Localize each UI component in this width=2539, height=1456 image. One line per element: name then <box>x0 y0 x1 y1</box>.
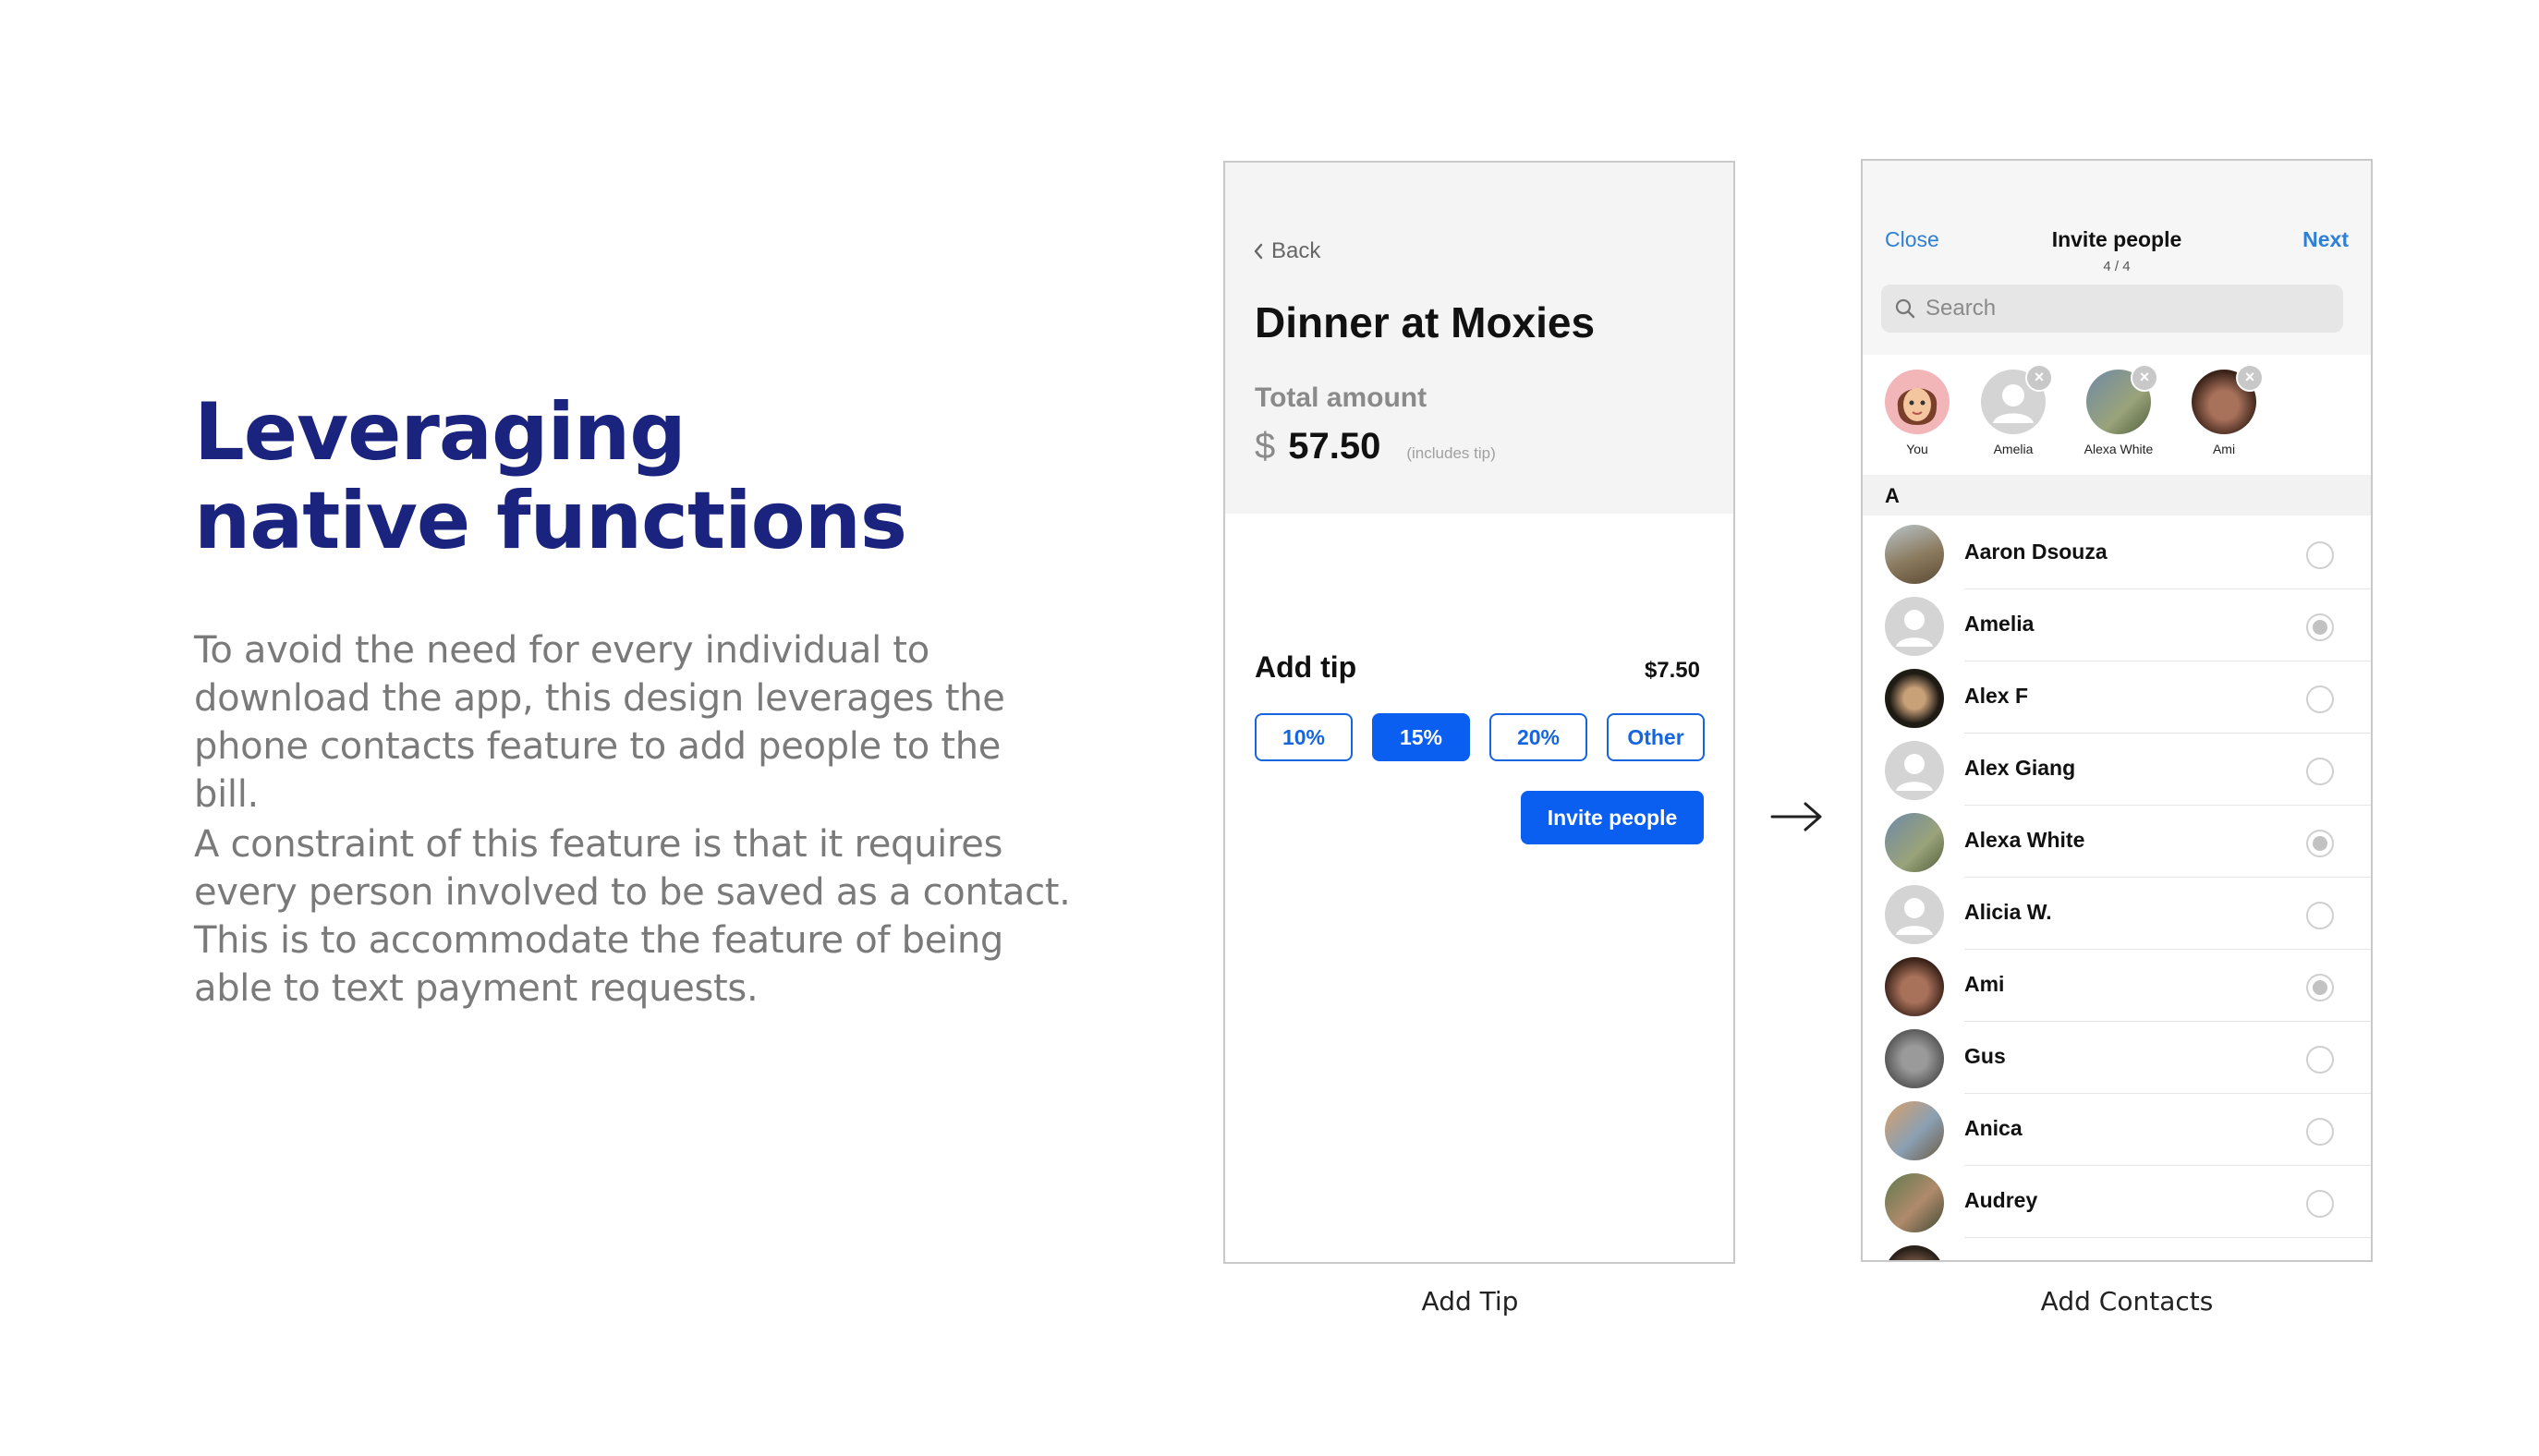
contact-row-alicia-w[interactable]: Alicia W. <box>1863 878 2371 950</box>
contact-row-alex-giang[interactable]: Alex Giang <box>1863 734 2371 806</box>
search-field[interactable]: Search <box>1881 285 2343 333</box>
contact-row-alex-f[interactable]: Alex F <box>1863 661 2371 734</box>
select-radio[interactable] <box>2306 686 2334 713</box>
tip-amount-value: $7.50 <box>1644 658 1700 683</box>
contact-name: Ami <box>1964 972 2005 996</box>
selected-contact-amelia: × Amelia <box>1962 364 2064 456</box>
paragraph-1: To avoid the need for every individual t… <box>194 629 1005 816</box>
avatar <box>1885 669 1944 728</box>
select-radio[interactable] <box>2306 1046 2334 1074</box>
search-placeholder: Search <box>1926 296 1997 321</box>
selected-contact-alexa-white: × Alexa White <box>2068 364 2169 456</box>
selected-name: You <box>1906 442 1928 456</box>
select-radio-checked[interactable] <box>2306 974 2334 1001</box>
avatar <box>1885 957 1944 1016</box>
add-tip-label: Add tip <box>1255 650 1357 684</box>
avatar-placeholder-icon <box>1896 754 1933 791</box>
tip-option-10[interactable]: 10% <box>1255 713 1353 761</box>
arrow-right-icon <box>1770 802 1822 831</box>
includes-tip-note: (includes tip) <box>1406 444 1496 462</box>
avatar <box>1885 813 1944 872</box>
contact-row-partial[interactable] <box>1863 1238 2371 1260</box>
remove-icon[interactable]: × <box>2025 364 2053 392</box>
selected-contact-ami: × Ami <box>2173 364 2275 456</box>
contact-row-audrey[interactable]: Audrey <box>1863 1166 2371 1238</box>
headline-line-2: native functions <box>194 475 907 567</box>
avatar <box>1885 525 1944 584</box>
total-amount-label: Total amount <box>1255 382 1427 413</box>
select-radio[interactable] <box>2306 758 2334 785</box>
total-amount-value: 57.50 <box>1288 426 1381 467</box>
add-tip-screen: Back Dinner at Moxies Total amount $ 57.… <box>1223 161 1735 1264</box>
paragraph-2: A constraint of this feature is that it … <box>194 823 1071 1010</box>
contact-name: Aaron Dsouza <box>1964 540 2108 564</box>
select-radio[interactable] <box>2306 902 2334 929</box>
total-amount-row: $ 57.50 (includes tip) <box>1255 426 1496 467</box>
back-label: Back <box>1271 238 1321 263</box>
contact-row-anica[interactable]: Anica <box>1863 1094 2371 1166</box>
avatar <box>1885 885 1944 944</box>
section-letter: A <box>1885 484 1900 507</box>
contact-name: Amelia <box>1964 612 2035 636</box>
avatar: × <box>2086 364 2158 434</box>
avatar <box>1885 370 1950 434</box>
contact-name: Alex F <box>1964 684 2029 708</box>
contact-name: Alexa White <box>1964 828 2085 852</box>
contact-name: Audrey <box>1964 1188 2038 1212</box>
tip-option-20[interactable]: 20% <box>1489 713 1587 761</box>
avatar: × <box>2192 364 2264 434</box>
contact-name: Gus <box>1964 1044 2006 1068</box>
search-icon <box>1895 298 1915 319</box>
selected-name: Ami <box>2212 442 2236 456</box>
avatar <box>1885 741 1944 800</box>
bill-title: Dinner at Moxies <box>1255 298 1596 346</box>
avatar-placeholder-icon <box>1896 610 1933 647</box>
slide-headline: Leveraging native functions <box>194 388 1118 565</box>
avatar <box>1885 597 1944 656</box>
contact-name: Alicia W. <box>1964 900 2052 924</box>
avatar: × <box>1981 364 2053 434</box>
chevron-left-icon <box>1254 243 1263 260</box>
contact-row-aaron-dsouza[interactable]: Aaron Dsouza <box>1863 517 2371 589</box>
add-contacts-screen: Close Invite people 4 / 4 Next Search Yo… <box>1861 159 2373 1262</box>
select-radio[interactable] <box>2306 1118 2334 1146</box>
selected-count: 4 / 4 <box>2103 259 2131 274</box>
selected-name: Amelia <box>1993 442 2034 456</box>
contact-name: Anica <box>1964 1116 2023 1140</box>
memoji-avatar-icon <box>1897 388 1938 425</box>
contact-name: Alex Giang <box>1964 756 2076 780</box>
selected-name: Alexa White <box>2083 442 2154 456</box>
contact-row-alexa-white[interactable]: Alexa White <box>1863 806 2371 878</box>
contact-row-gus[interactable]: Gus <box>1863 1022 2371 1094</box>
contact-row-amelia[interactable]: Amelia <box>1863 589 2371 661</box>
section-header <box>1863 475 2371 516</box>
select-radio-checked[interactable] <box>2306 830 2334 857</box>
tip-option-15-selected[interactable]: 15% <box>1372 713 1470 761</box>
avatar-placeholder-icon <box>1896 898 1933 935</box>
avatar <box>1885 1101 1944 1160</box>
headline-line-1: Leveraging <box>194 386 686 479</box>
currency-symbol: $ <box>1255 426 1276 467</box>
back-button[interactable]: Back <box>1253 238 1320 264</box>
select-radio[interactable] <box>2306 1190 2334 1218</box>
invite-people-button[interactable]: Invite people <box>1521 791 1704 844</box>
caption-add-tip: Add Tip <box>1421 1286 1519 1316</box>
avatar <box>1885 1245 1944 1260</box>
select-radio-checked[interactable] <box>2306 613 2334 641</box>
contact-row-ami[interactable]: Ami <box>1863 950 2371 1022</box>
avatar <box>1885 1173 1944 1232</box>
selected-contact-you: You <box>1866 370 1968 456</box>
avatar <box>1885 1029 1944 1088</box>
select-radio[interactable] <box>2306 541 2334 569</box>
remove-icon[interactable]: × <box>2236 364 2264 392</box>
next-button[interactable]: Next <box>2302 227 2349 252</box>
invite-people-title: Invite people <box>2051 227 2182 251</box>
remove-icon[interactable]: × <box>2131 364 2158 392</box>
tip-option-other[interactable]: Other <box>1607 713 1705 761</box>
caption-add-contacts: Add Contacts <box>2040 1286 2214 1316</box>
